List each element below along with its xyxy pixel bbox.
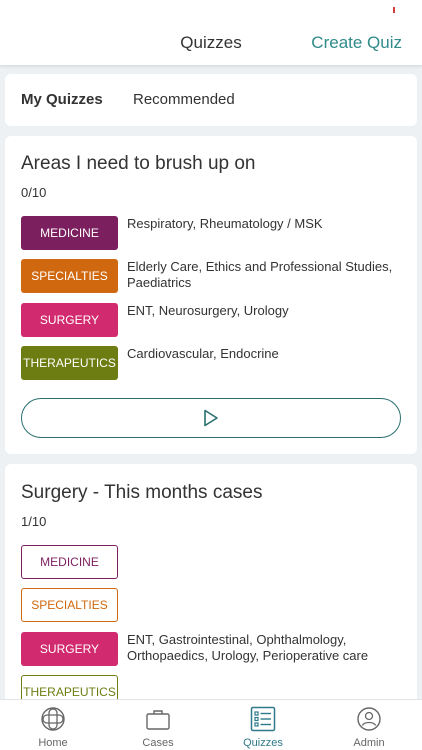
quiz-card[interactable]: Areas I need to brush up on 0/10 MEDICIN… <box>5 136 417 454</box>
home-globe-icon <box>41 707 65 731</box>
category-topics: ENT, Gastrointestinal, Ophthalmology, Or… <box>127 632 369 663</box>
category-topics: Respiratory, Rheumatology / MSK <box>127 216 323 231</box>
create-quiz-button[interactable]: Create Quiz <box>311 33 402 53</box>
nav-quizzes[interactable]: Quizzes <box>223 700 303 750</box>
bottom-nav: Home Cases Quizzes Admin <box>0 699 422 750</box>
play-icon <box>204 409 218 427</box>
category-badge-surgery: SURGERY <box>21 632 118 666</box>
category-topics: ENT, Neurosurgery, Urology <box>127 303 289 318</box>
category-badge-medicine: MEDICINE <box>21 545 118 579</box>
nav-home[interactable]: Home <box>13 700 93 750</box>
nav-home-label: Home <box>38 737 68 749</box>
start-quiz-button[interactable] <box>21 398 401 438</box>
quiz-score: 1/10 <box>21 514 47 529</box>
user-circle-icon <box>357 707 381 731</box>
status-indicator <box>393 7 395 13</box>
category-badge-specialties: SPECIALTIES <box>21 588 118 622</box>
top-header: Quizzes Create Quiz <box>0 0 422 66</box>
category-topics: Cardiovascular, Endocrine <box>127 346 279 361</box>
nav-quizzes-label: Quizzes <box>243 737 283 749</box>
quiz-list-icon <box>250 706 276 732</box>
nav-cases-label: Cases <box>142 737 174 749</box>
category-topics: Elderly Care, Ethics and Professional St… <box>127 259 393 290</box>
nav-cases[interactable]: Cases <box>118 700 198 750</box>
nav-admin-label: Admin <box>353 737 385 749</box>
quiz-title: Areas I need to brush up on <box>21 153 256 174</box>
tab-my-quizzes[interactable]: My Quizzes <box>21 91 103 108</box>
category-badge-medicine: MEDICINE <box>21 216 118 250</box>
quiz-score: 0/10 <box>21 185 47 200</box>
nav-admin[interactable]: Admin <box>329 700 409 750</box>
briefcase-icon <box>146 710 170 730</box>
category-badge-therapeutics: THERAPEUTICS <box>21 346 118 380</box>
quiz-tabs: My Quizzes Recommended <box>5 74 417 126</box>
quiz-card[interactable]: Surgery - This months cases 1/10 MEDICIN… <box>5 464 417 724</box>
tab-recommended[interactable]: Recommended <box>133 91 235 108</box>
category-badge-specialties: SPECIALTIES <box>21 259 118 293</box>
category-badge-surgery: SURGERY <box>21 303 118 337</box>
quiz-title: Surgery - This months cases <box>21 482 263 503</box>
